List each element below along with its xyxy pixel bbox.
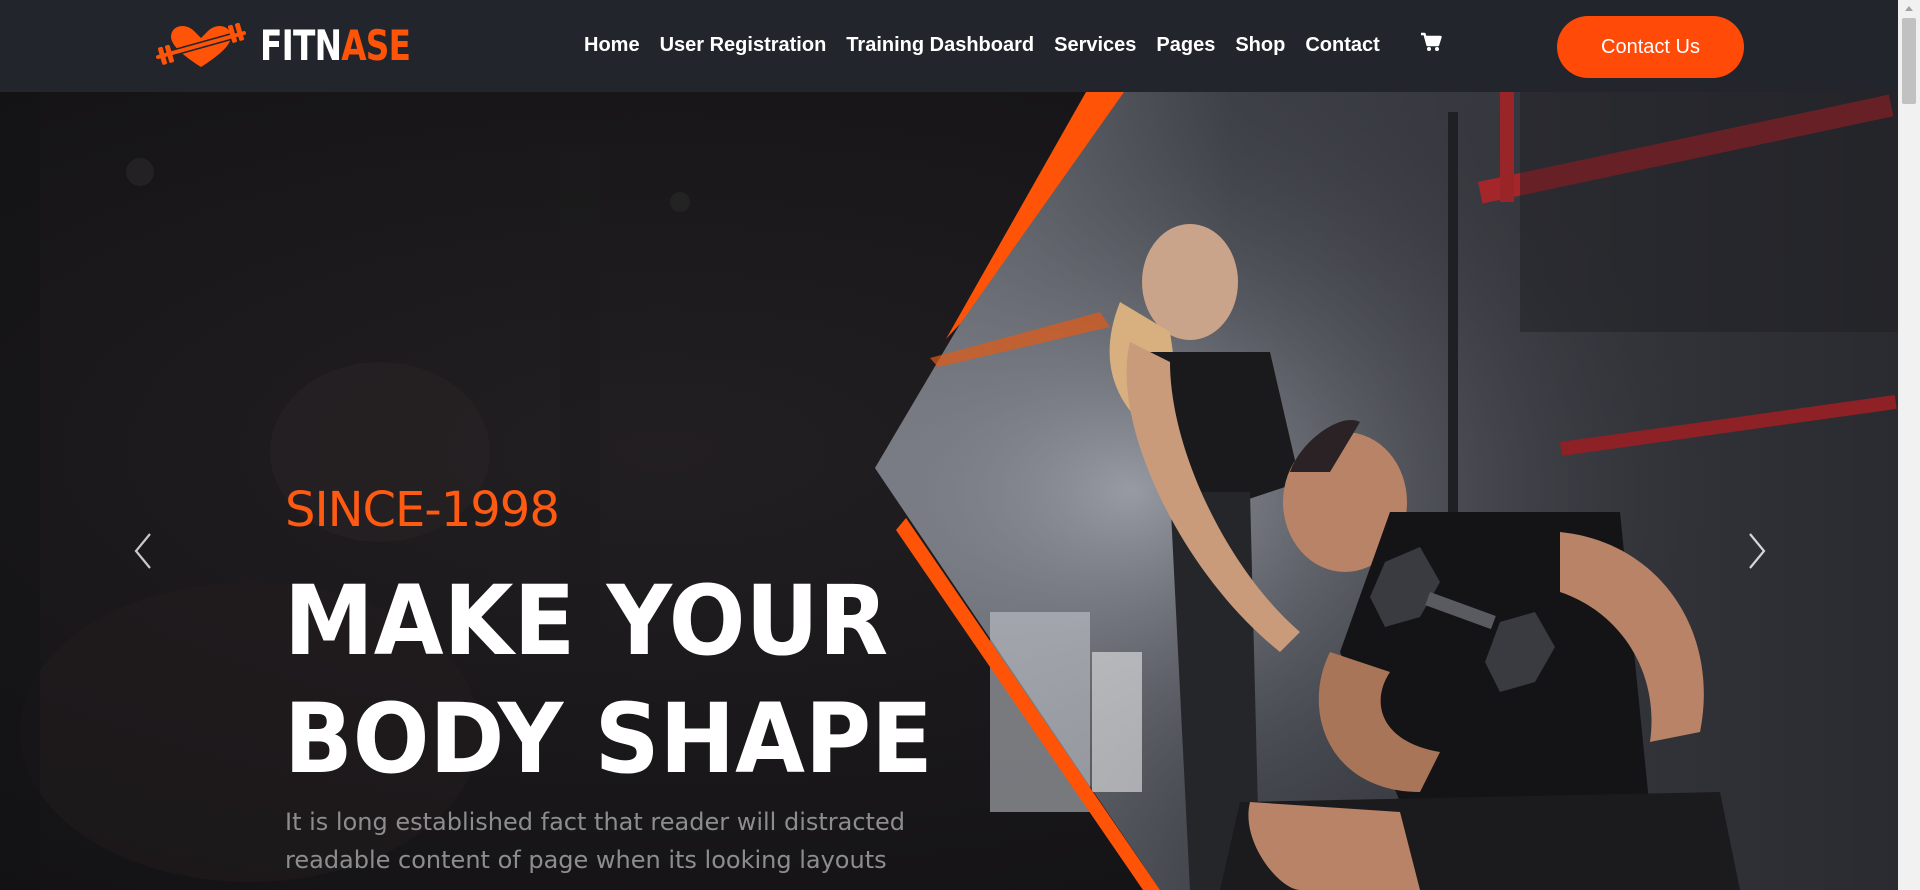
brand-name: FITNASE [260,25,411,67]
scrollbar-thumb[interactable] [1902,18,1916,104]
brand-logo[interactable]: FITNASE [154,20,453,72]
nav-item-pages[interactable]: Pages [1156,34,1215,57]
cart-button[interactable] [1420,32,1442,57]
hero-eyebrow: SINCE-1998 [285,482,560,538]
dumbbell-heart-icon [154,22,248,67]
scroll-up-arrow-icon[interactable] [1898,0,1920,18]
brand-name-part2: ASE [341,21,411,70]
hero-headline-line1: MAKE YOUR [284,565,889,677]
slider-next-button[interactable] [1742,530,1772,572]
nav-item-training-dashboard[interactable]: Training Dashboard [846,34,1034,57]
nav-item-home[interactable]: Home [584,34,640,57]
hero-headline: MAKE YOUR BODY SHAPE [284,562,933,798]
hero-slider: SINCE-1998 MAKE YOUR BODY SHAPE It is lo… [0,92,1898,890]
brand-name-part1: FITN [260,21,342,70]
nav-item-contact[interactable]: Contact [1305,34,1379,57]
chevron-left-icon [134,533,151,569]
site-header: FITNASE Home User Registration Training … [0,0,1898,92]
trainer-figure [1142,224,1238,340]
nav-item-user-registration[interactable]: User Registration [660,34,827,57]
nav-item-services[interactable]: Services [1054,34,1136,57]
hero-subtext: It is long established fact that reader … [285,808,905,874]
hero-headline-line2: BODY SHAPE [284,683,933,795]
main-nav: Home User Registration Training Dashboar… [584,32,1442,57]
nav-item-shop[interactable]: Shop [1235,34,1285,57]
chevron-right-icon [1749,533,1766,569]
shopping-cart-icon [1420,32,1442,51]
page-scrollbar[interactable] [1898,0,1920,890]
slider-prev-button[interactable] [128,530,158,572]
contact-us-button[interactable]: Contact Us [1557,16,1744,78]
